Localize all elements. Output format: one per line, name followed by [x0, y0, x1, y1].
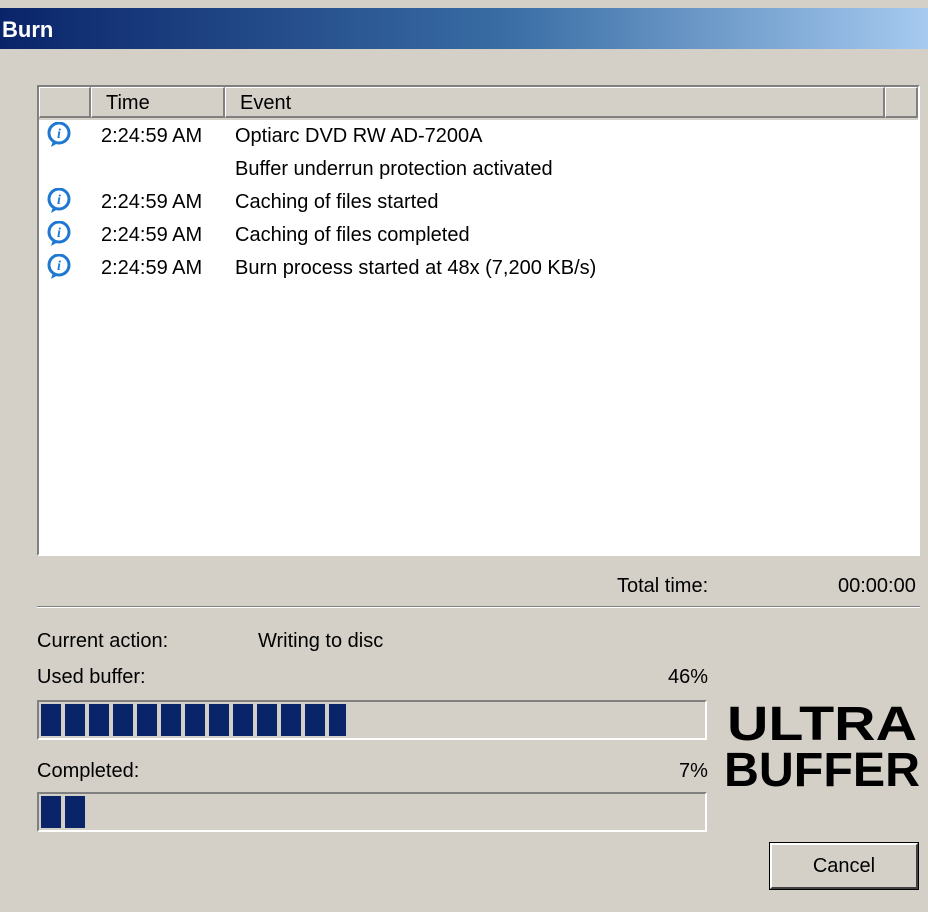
svg-text:i: i [57, 259, 61, 274]
total-time-label: Total time: [617, 575, 709, 597]
event-log-list[interactable]: Time Event i 2:24:59 AM Optiarc DVD RW AD-… [37, 85, 920, 556]
completed-progress-bar [37, 792, 707, 832]
column-header-icon[interactable] [39, 87, 91, 118]
table-row[interactable]: i 2:24:59 AM Caching of files completed [39, 219, 918, 252]
separator [37, 606, 920, 608]
logo-line-2: BUFFER [724, 744, 920, 790]
info-icon: i [47, 253, 73, 280]
row-event: Buffer underrun protection activated [235, 158, 553, 180]
table-row[interactable]: Buffer underrun protection activated [39, 153, 918, 186]
used-buffer-percent: 46% [668, 666, 709, 688]
window-title: Burn [2, 17, 54, 42]
used-buffer-progress-bar [37, 700, 707, 740]
svg-text:i: i [57, 193, 61, 208]
used-buffer-fill [41, 704, 346, 736]
row-event: Optiarc DVD RW AD-7200A [235, 125, 483, 147]
table-row[interactable]: i 2:24:59 AM Burn process started at 48x (… [39, 252, 918, 285]
column-header-filler [885, 87, 918, 118]
table-row[interactable]: i 2:24:59 AM Caching of files started [39, 186, 918, 219]
completed-label: Completed: [37, 760, 140, 782]
row-time: 2:24:59 AM [101, 257, 203, 279]
svg-text:i: i [57, 226, 61, 241]
svg-text:i: i [57, 127, 61, 142]
ultra-buffer-logo: ULTRA BUFFER [724, 700, 920, 790]
completed-fill [41, 796, 88, 828]
completed-percent: 7% [679, 760, 708, 782]
total-time-value: 00:00:00 [838, 575, 916, 597]
current-action-value: Writing to disc [258, 630, 384, 652]
row-time: 2:24:59 AM [101, 224, 203, 246]
cancel-button[interactable]: Cancel [769, 842, 919, 890]
row-event: Caching of files completed [235, 224, 470, 246]
used-buffer-label: Used buffer: [37, 666, 146, 688]
row-event: Caching of files started [235, 191, 439, 213]
info-icon: i [47, 220, 73, 247]
info-icon: i [47, 121, 73, 148]
row-time: 2:24:59 AM [101, 125, 203, 147]
list-header: Time Event [39, 87, 918, 120]
current-action-label: Current action: [37, 630, 169, 652]
row-event: Burn process started at 48x (7,200 KB/s) [235, 257, 597, 279]
title-bar: Burn [0, 8, 928, 49]
row-time: 2:24:59 AM [101, 191, 203, 213]
info-icon: i [47, 187, 73, 214]
column-header-time[interactable]: Time [91, 87, 225, 118]
table-row[interactable]: i 2:24:59 AM Optiarc DVD RW AD-7200A [39, 120, 918, 153]
column-header-event[interactable]: Event [225, 87, 885, 118]
